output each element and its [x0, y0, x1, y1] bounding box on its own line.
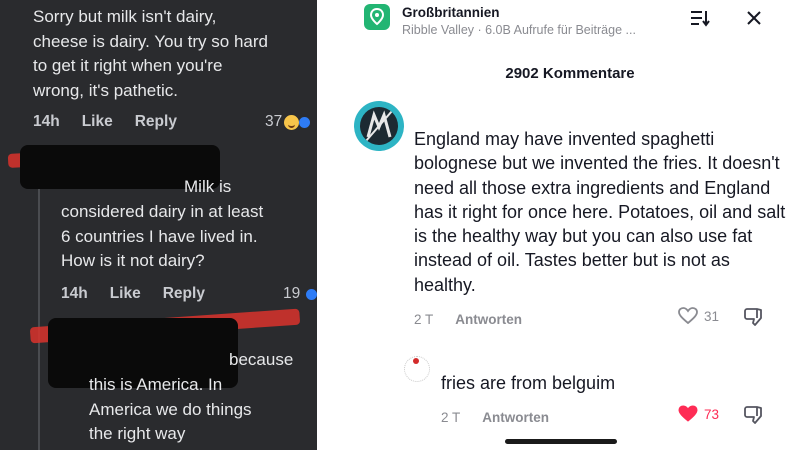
avatar[interactable]: [404, 356, 430, 382]
fb-comment-1-reactions[interactable]: 37: [265, 113, 313, 131]
fb-comment-2-meta: 14h Like Reply: [61, 285, 205, 303]
fb-comment-1-time: 14h: [33, 113, 60, 130]
fb-comment-3-lead: because: [229, 350, 294, 369]
fb-comment-2-like-link[interactable]: Like: [110, 285, 141, 303]
fb-comment-2-reply-link[interactable]: Reply: [163, 285, 205, 303]
comment-sheet: Großbritannien Ribble Valley · 6.0B Aufr…: [340, 0, 800, 450]
comment-2-age: 2 T: [441, 410, 461, 425]
sort-list-icon[interactable]: [688, 6, 712, 30]
location-subtitle: Ribble Valley · 6.0B Aufrufe für Beiträg…: [402, 23, 636, 37]
thread-connector-line: [38, 150, 40, 450]
home-indicator: [505, 439, 617, 444]
facebook-thread-screenshot: Sorry but milk isn't dairy, cheese is da…: [0, 0, 317, 450]
comment-1-like-button[interactable]: 31: [678, 307, 719, 325]
fb-comment-1-reply-link[interactable]: Reply: [135, 113, 177, 131]
close-icon[interactable]: [742, 6, 766, 30]
like-reaction-icon: [297, 114, 313, 130]
location-title[interactable]: Großbritannien: [402, 5, 500, 20]
heart-filled-icon: [678, 405, 698, 422]
comment-1-age: 2 T: [414, 312, 434, 327]
fb-comment-2-lead: Milk is: [184, 177, 232, 196]
fb-comment-1-meta: 14h Like Reply: [33, 113, 177, 131]
avatar[interactable]: [354, 101, 404, 151]
heart-outline-icon: [678, 307, 698, 325]
dislike-icon[interactable]: [743, 306, 765, 328]
fb-comment-1-text: Sorry but milk isn't dairy, cheese is da…: [33, 7, 268, 100]
comment-2-reply-button[interactable]: Antworten: [482, 410, 549, 425]
comment-2-like-count: 73: [704, 406, 720, 422]
fb-comment-2-text: considered dairy in at least 6 countries…: [61, 202, 264, 270]
comment-1-meta: 2 T Antworten: [414, 312, 522, 327]
like-reaction-icon: [304, 286, 317, 302]
fb-comment-3-text: this is America. In America we do things…: [89, 375, 252, 443]
fb-comment-2-reactions[interactable]: 19: [283, 285, 317, 303]
dislike-icon[interactable]: [743, 404, 765, 426]
fb-comment-2-time: 14h: [61, 285, 88, 302]
comment-1-reply-button[interactable]: Antworten: [455, 312, 522, 327]
comment-2-text: fries are from belguim: [441, 373, 616, 393]
fb-comment-2-reaction-count: 19: [283, 285, 301, 302]
comment-count-heading: 2902 Kommentare: [505, 65, 635, 82]
comment-1-like-count: 31: [704, 308, 720, 324]
comment-2-like-button[interactable]: 73: [678, 405, 719, 423]
haha-reaction-icon: [284, 114, 300, 130]
location-pin-icon: [364, 4, 390, 30]
fb-comment-1-reaction-count: 37: [265, 113, 283, 130]
comment-1-text: England may have invented spaghetti bolo…: [414, 129, 786, 295]
comment-2-meta: 2 T Antworten: [441, 410, 549, 425]
fb-comment-1-like-link[interactable]: Like: [82, 113, 113, 131]
